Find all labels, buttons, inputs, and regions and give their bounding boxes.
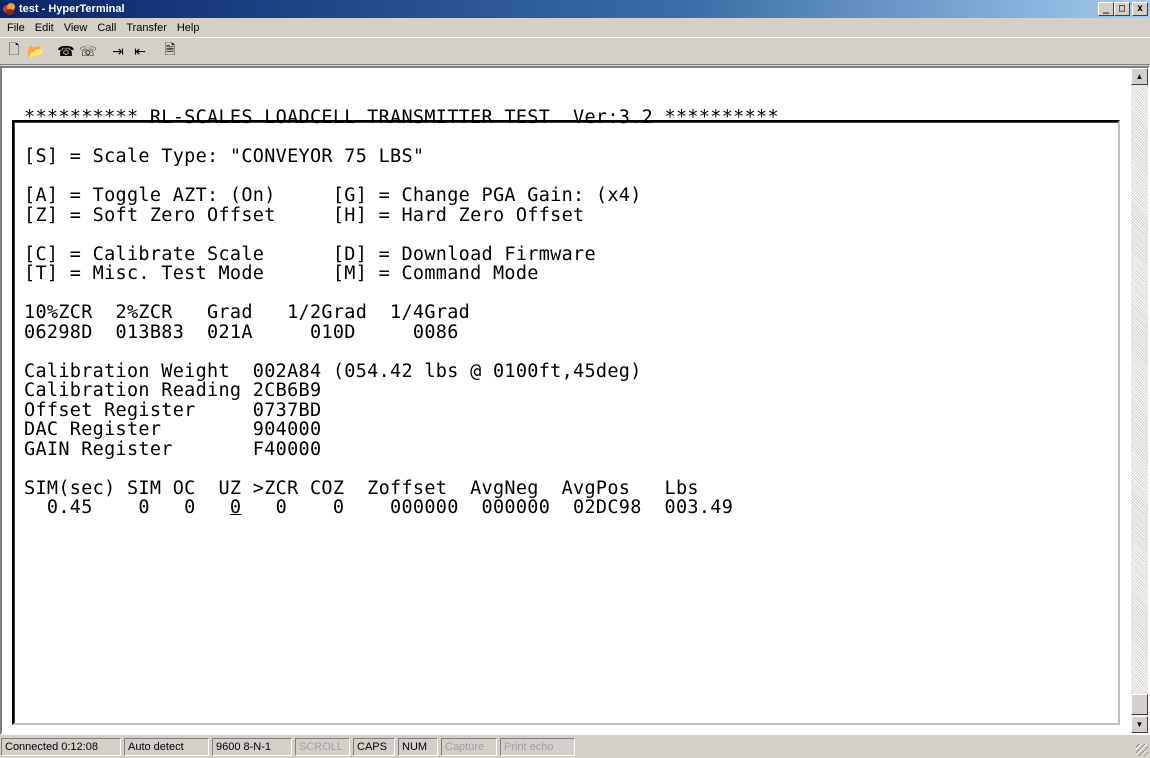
terminal-line: Calibration Reading 2CB6B9 — [24, 380, 322, 401]
terminal-line: [A] = Toggle AZT: (On) [G] = Change PGA … — [24, 185, 642, 206]
status-print-echo: Print echo — [500, 738, 575, 756]
terminal-line: Offset Register 0737BD — [24, 399, 322, 421]
scroll-thumb[interactable] — [1131, 694, 1148, 715]
menu-view[interactable]: View — [59, 22, 93, 34]
menu-call[interactable]: Call — [92, 22, 121, 34]
menu-transfer[interactable]: Transfer — [121, 22, 172, 34]
menu-help[interactable]: Help — [172, 22, 205, 34]
new-button[interactable]: 🗋 — [3, 41, 25, 61]
open-icon: 📂 — [27, 42, 45, 59]
menu-bar: File Edit View Call Transfer Help — [0, 18, 1150, 37]
menu-edit[interactable]: Edit — [30, 22, 59, 34]
hyperterminal-icon[interactable] — [2, 2, 16, 16]
disconnect-button[interactable]: ☏ — [77, 41, 99, 61]
menu-file[interactable]: File — [2, 22, 30, 34]
status-connected: Connected 0:12:08 — [1, 738, 121, 756]
disconnect-icon: ☏ — [79, 42, 97, 59]
status-port-settings: 9600 8-N-1 — [212, 738, 292, 756]
terminal-line: ********** RL-SCALES LOADCELL TRANSMITTE… — [24, 107, 779, 128]
new-icon: 🗋 — [8, 41, 20, 57]
send-button[interactable]: ⇥ — [107, 41, 129, 61]
status-caps: CAPS — [353, 738, 395, 756]
status-bar: Connected 0:12:08 Auto detect 9600 8-N-1… — [0, 736, 1150, 758]
resize-grip[interactable] — [1136, 744, 1148, 756]
terminal-line: GAIN Register F40000 — [24, 438, 322, 460]
window-title: test - HyperTerminal — [19, 3, 125, 15]
title-bar[interactable]: test - HyperTerminal _ □ x — [0, 0, 1150, 18]
terminal-line: [C] = Calibrate Scale [D] = Download Fir… — [24, 243, 596, 265]
connect-button[interactable]: ☎ — [55, 41, 77, 61]
terminal-output: ********** RL-SCALES LOADCELL TRANSMITTE… — [24, 108, 779, 518]
terminal-line: SIM(sec) SIM OC UZ >ZCR COZ Zoffset AvgN… — [24, 477, 699, 499]
terminal-line: [T] = Misc. Test Mode [M] = Command Mode — [24, 263, 539, 284]
maximize-button[interactable]: □ — [1114, 2, 1130, 16]
terminal-line: 10%ZCR 2%ZCR Grad 1/2Grad 1/4Grad — [24, 302, 471, 323]
vertical-scrollbar[interactable]: ▲ ▼ — [1131, 68, 1148, 733]
status-detect: Auto detect — [124, 738, 209, 756]
terminal-line: 06298D 013B83 021A 010D 0086 — [24, 321, 459, 343]
toolbar: 🗋 📂 ☎ ☏ ⇥ ⇤ 🗎 — [0, 37, 1150, 65]
scroll-down-button[interactable]: ▼ — [1131, 716, 1148, 733]
receive-button[interactable]: ⇤ — [129, 41, 151, 61]
properties-icon: 🗎 — [164, 41, 176, 57]
minimize-button[interactable]: _ — [1098, 2, 1114, 16]
terminal-last-before: 0.45 0 0 — [24, 497, 230, 518]
terminal-last-after: 0 0 000000 000000 02DC98 003.49 — [241, 497, 734, 518]
status-capture: Capture — [441, 738, 497, 756]
connect-icon: ☎ — [57, 42, 75, 59]
properties-button[interactable]: 🗎 — [159, 41, 181, 61]
status-scroll: SCROLL — [295, 738, 350, 756]
status-num: NUM — [398, 738, 438, 756]
terminal-line: [Z] = Soft Zero Offset [H] = Hard Zero O… — [24, 204, 585, 226]
terminal-cursor: 0 — [229, 497, 242, 518]
open-button[interactable]: 📂 — [25, 41, 47, 61]
send-icon: ⇥ — [112, 42, 124, 59]
scroll-up-button[interactable]: ▲ — [1131, 68, 1148, 85]
receive-icon: ⇤ — [134, 42, 146, 59]
terminal-line-last: 0.45 0 0 0 0 0 000000 000000 02DC98 003.… — [24, 498, 779, 518]
terminal-line: DAC Register 904000 — [24, 419, 322, 440]
terminal-line: Calibration Weight 002A84 (054.42 lbs @ … — [24, 360, 642, 382]
close-button[interactable]: x — [1132, 2, 1148, 16]
terminal-line: [S] = Scale Type: "CONVEYOR 75 LBS" — [24, 146, 425, 167]
